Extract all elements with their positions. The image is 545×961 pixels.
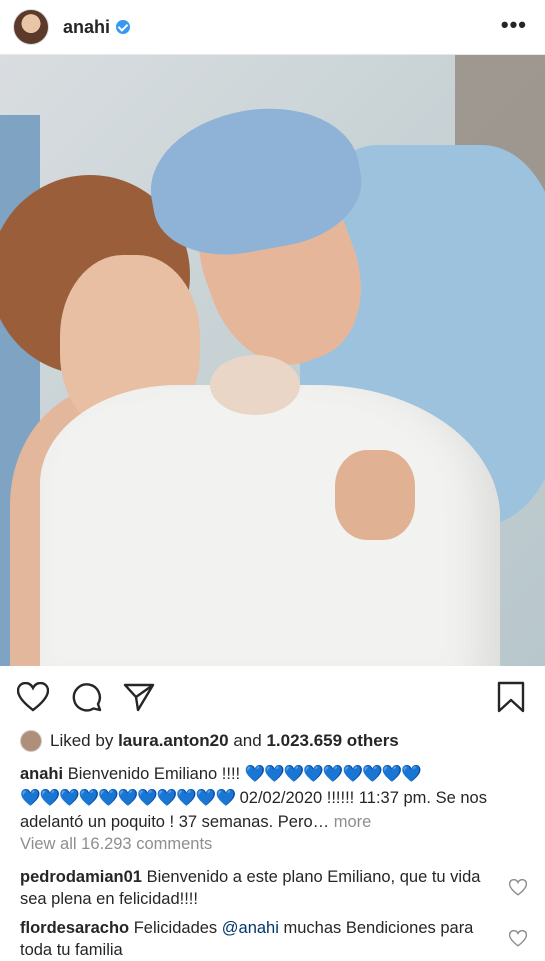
- photo-baby: [210, 355, 300, 415]
- post-username[interactable]: anahi: [63, 17, 110, 38]
- view-all-comments-link[interactable]: View all 16.293 comments: [20, 835, 212, 854]
- heart-icon[interactable]: [16, 680, 50, 714]
- share-icon[interactable]: [122, 680, 156, 714]
- comment-username[interactable]: pedrodamian01: [20, 868, 142, 886]
- post-caption: anahi Bienvenido Emiliano !!!! 💙💙💙💙💙💙💙💙💙…: [20, 762, 525, 834]
- caption-text-start: Bienvenido Emiliano !!!!: [67, 765, 241, 783]
- post-header: anahi •••: [0, 0, 545, 55]
- comment-item: pedrodamian01 Bienvenido a este plano Em…: [20, 866, 495, 910]
- verified-badge-icon: [116, 20, 131, 34]
- likes-prefix: Liked by: [50, 731, 114, 750]
- liker-username[interactable]: laura.anton20: [118, 731, 229, 751]
- more-options-icon[interactable]: •••: [501, 12, 527, 38]
- caption-hearts-1: 💙💙💙💙💙💙💙💙💙: [244, 765, 422, 783]
- comment-mention-link[interactable]: @anahi: [222, 919, 279, 937]
- post-photo[interactable]: [0, 55, 545, 666]
- comment-text-before: Felicidades: [133, 919, 218, 937]
- avatar[interactable]: [13, 9, 49, 45]
- caption-more-link[interactable]: more: [334, 813, 372, 831]
- comment-icon[interactable]: [70, 680, 104, 714]
- likes-row: Liked by laura.anton20 and 1.023.659 oth…: [20, 730, 399, 752]
- comment-like-heart-icon[interactable]: [508, 878, 528, 897]
- caption-username[interactable]: anahi: [20, 765, 63, 783]
- comment-item: flordesaracho Felicidades @anahi muchas …: [20, 917, 495, 961]
- photo-hand: [335, 450, 415, 540]
- likes-middle: and: [233, 731, 262, 750]
- comment-username[interactable]: flordesaracho: [20, 919, 129, 937]
- liker-avatar[interactable]: [20, 730, 42, 752]
- bookmark-icon[interactable]: [494, 680, 528, 714]
- caption-hearts-2: 💙💙💙💙💙💙💙💙💙💙💙: [20, 789, 236, 807]
- likes-count[interactable]: 1.023.659 others: [266, 731, 398, 751]
- photo-blanket: [40, 385, 500, 666]
- action-bar: [0, 666, 545, 726]
- comment-like-heart-icon[interactable]: [508, 929, 528, 948]
